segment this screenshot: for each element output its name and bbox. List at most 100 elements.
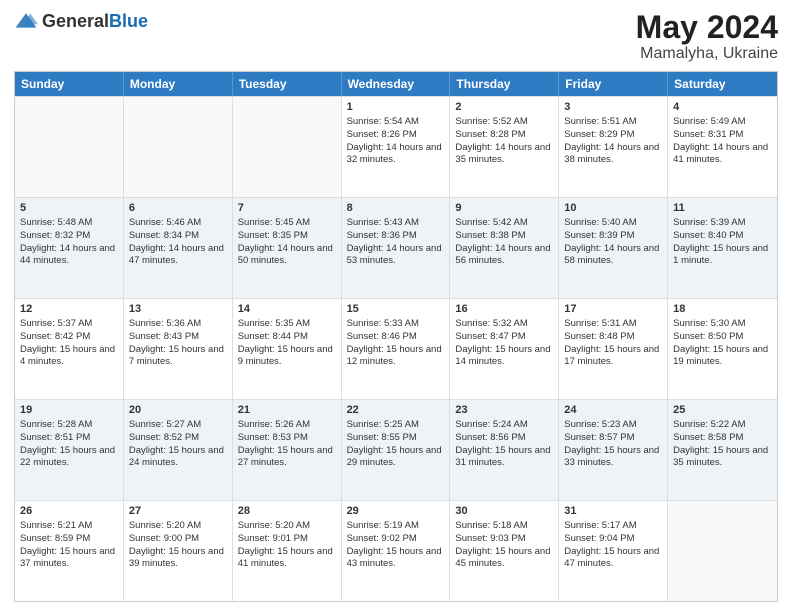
- cal-cell-8: 8Sunrise: 5:43 AM Sunset: 8:36 PM Daylig…: [342, 198, 451, 298]
- cal-header-monday: Monday: [124, 72, 233, 96]
- cal-cell-empty-4-6: [668, 501, 777, 601]
- cal-row-2: 5Sunrise: 5:48 AM Sunset: 8:32 PM Daylig…: [15, 197, 777, 298]
- day-info: Sunrise: 5:26 AM Sunset: 8:53 PM Dayligh…: [238, 419, 333, 468]
- day-number: 2: [455, 100, 553, 115]
- cal-cell-2: 2Sunrise: 5:52 AM Sunset: 8:28 PM Daylig…: [450, 97, 559, 197]
- cal-header-sunday: Sunday: [15, 72, 124, 96]
- day-info: Sunrise: 5:43 AM Sunset: 8:36 PM Dayligh…: [347, 217, 442, 266]
- day-number: 21: [238, 403, 336, 418]
- cal-cell-empty-0-1: [124, 97, 233, 197]
- day-number: 28: [238, 504, 336, 519]
- day-number: 15: [347, 302, 445, 317]
- day-info: Sunrise: 5:20 AM Sunset: 9:01 PM Dayligh…: [238, 520, 333, 569]
- cal-cell-28: 28Sunrise: 5:20 AM Sunset: 9:01 PM Dayli…: [233, 501, 342, 601]
- day-number: 24: [564, 403, 662, 418]
- cal-row-1: 1Sunrise: 5:54 AM Sunset: 8:26 PM Daylig…: [15, 96, 777, 197]
- cal-cell-24: 24Sunrise: 5:23 AM Sunset: 8:57 PM Dayli…: [559, 400, 668, 500]
- day-number: 30: [455, 504, 553, 519]
- cal-cell-7: 7Sunrise: 5:45 AM Sunset: 8:35 PM Daylig…: [233, 198, 342, 298]
- day-info: Sunrise: 5:21 AM Sunset: 8:59 PM Dayligh…: [20, 520, 115, 569]
- day-number: 6: [129, 201, 227, 216]
- day-info: Sunrise: 5:23 AM Sunset: 8:57 PM Dayligh…: [564, 419, 659, 468]
- day-info: Sunrise: 5:32 AM Sunset: 8:47 PM Dayligh…: [455, 318, 550, 367]
- cal-cell-14: 14Sunrise: 5:35 AM Sunset: 8:44 PM Dayli…: [233, 299, 342, 399]
- cal-cell-5: 5Sunrise: 5:48 AM Sunset: 8:32 PM Daylig…: [15, 198, 124, 298]
- day-number: 13: [129, 302, 227, 317]
- day-info: Sunrise: 5:37 AM Sunset: 8:42 PM Dayligh…: [20, 318, 115, 367]
- day-info: Sunrise: 5:22 AM Sunset: 8:58 PM Dayligh…: [673, 419, 768, 468]
- cal-cell-18: 18Sunrise: 5:30 AM Sunset: 8:50 PM Dayli…: [668, 299, 777, 399]
- cal-cell-26: 26Sunrise: 5:21 AM Sunset: 8:59 PM Dayli…: [15, 501, 124, 601]
- logo-blue: Blue: [109, 11, 148, 31]
- day-number: 12: [20, 302, 118, 317]
- day-number: 10: [564, 201, 662, 216]
- cal-cell-17: 17Sunrise: 5:31 AM Sunset: 8:48 PM Dayli…: [559, 299, 668, 399]
- day-info: Sunrise: 5:46 AM Sunset: 8:34 PM Dayligh…: [129, 217, 224, 266]
- cal-row-5: 26Sunrise: 5:21 AM Sunset: 8:59 PM Dayli…: [15, 500, 777, 601]
- cal-cell-3: 3Sunrise: 5:51 AM Sunset: 8:29 PM Daylig…: [559, 97, 668, 197]
- day-info: Sunrise: 5:24 AM Sunset: 8:56 PM Dayligh…: [455, 419, 550, 468]
- cal-cell-16: 16Sunrise: 5:32 AM Sunset: 8:47 PM Dayli…: [450, 299, 559, 399]
- day-info: Sunrise: 5:18 AM Sunset: 9:03 PM Dayligh…: [455, 520, 550, 569]
- day-number: 27: [129, 504, 227, 519]
- cal-cell-27: 27Sunrise: 5:20 AM Sunset: 9:00 PM Dayli…: [124, 501, 233, 601]
- cal-header-thursday: Thursday: [450, 72, 559, 96]
- cal-cell-20: 20Sunrise: 5:27 AM Sunset: 8:52 PM Dayli…: [124, 400, 233, 500]
- location: Mamalyha, Ukraine: [636, 45, 778, 63]
- day-info: Sunrise: 5:33 AM Sunset: 8:46 PM Dayligh…: [347, 318, 442, 367]
- cal-header-saturday: Saturday: [668, 72, 777, 96]
- day-number: 16: [455, 302, 553, 317]
- day-number: 8: [347, 201, 445, 216]
- cal-cell-12: 12Sunrise: 5:37 AM Sunset: 8:42 PM Dayli…: [15, 299, 124, 399]
- day-number: 17: [564, 302, 662, 317]
- cal-cell-31: 31Sunrise: 5:17 AM Sunset: 9:04 PM Dayli…: [559, 501, 668, 601]
- day-number: 4: [673, 100, 772, 115]
- day-info: Sunrise: 5:45 AM Sunset: 8:35 PM Dayligh…: [238, 217, 333, 266]
- day-info: Sunrise: 5:40 AM Sunset: 8:39 PM Dayligh…: [564, 217, 659, 266]
- calendar-header-row: SundayMondayTuesdayWednesdayThursdayFrid…: [15, 72, 777, 96]
- day-info: Sunrise: 5:48 AM Sunset: 8:32 PM Dayligh…: [20, 217, 115, 266]
- day-info: Sunrise: 5:20 AM Sunset: 9:00 PM Dayligh…: [129, 520, 224, 569]
- cal-cell-empty-0-2: [233, 97, 342, 197]
- day-info: Sunrise: 5:49 AM Sunset: 8:31 PM Dayligh…: [673, 116, 768, 165]
- cal-header-friday: Friday: [559, 72, 668, 96]
- day-info: Sunrise: 5:28 AM Sunset: 8:51 PM Dayligh…: [20, 419, 115, 468]
- logo: GeneralBlue: [14, 10, 148, 34]
- day-info: Sunrise: 5:52 AM Sunset: 8:28 PM Dayligh…: [455, 116, 550, 165]
- day-info: Sunrise: 5:19 AM Sunset: 9:02 PM Dayligh…: [347, 520, 442, 569]
- day-info: Sunrise: 5:35 AM Sunset: 8:44 PM Dayligh…: [238, 318, 333, 367]
- cal-cell-30: 30Sunrise: 5:18 AM Sunset: 9:03 PM Dayli…: [450, 501, 559, 601]
- day-info: Sunrise: 5:42 AM Sunset: 8:38 PM Dayligh…: [455, 217, 550, 266]
- month-year: May 2024: [636, 10, 778, 45]
- calendar: SundayMondayTuesdayWednesdayThursdayFrid…: [14, 71, 778, 602]
- title-block: May 2024 Mamalyha, Ukraine: [636, 10, 778, 63]
- cal-cell-22: 22Sunrise: 5:25 AM Sunset: 8:55 PM Dayli…: [342, 400, 451, 500]
- day-number: 5: [20, 201, 118, 216]
- calendar-body: 1Sunrise: 5:54 AM Sunset: 8:26 PM Daylig…: [15, 96, 777, 601]
- cal-cell-empty-0-0: [15, 97, 124, 197]
- cal-cell-23: 23Sunrise: 5:24 AM Sunset: 8:56 PM Dayli…: [450, 400, 559, 500]
- cal-header-tuesday: Tuesday: [233, 72, 342, 96]
- cal-cell-29: 29Sunrise: 5:19 AM Sunset: 9:02 PM Dayli…: [342, 501, 451, 601]
- cal-cell-15: 15Sunrise: 5:33 AM Sunset: 8:46 PM Dayli…: [342, 299, 451, 399]
- day-info: Sunrise: 5:51 AM Sunset: 8:29 PM Dayligh…: [564, 116, 659, 165]
- cal-cell-25: 25Sunrise: 5:22 AM Sunset: 8:58 PM Dayli…: [668, 400, 777, 500]
- day-number: 22: [347, 403, 445, 418]
- day-info: Sunrise: 5:54 AM Sunset: 8:26 PM Dayligh…: [347, 116, 442, 165]
- cal-cell-1: 1Sunrise: 5:54 AM Sunset: 8:26 PM Daylig…: [342, 97, 451, 197]
- day-number: 25: [673, 403, 772, 418]
- cal-row-4: 19Sunrise: 5:28 AM Sunset: 8:51 PM Dayli…: [15, 399, 777, 500]
- day-info: Sunrise: 5:17 AM Sunset: 9:04 PM Dayligh…: [564, 520, 659, 569]
- day-info: Sunrise: 5:36 AM Sunset: 8:43 PM Dayligh…: [129, 318, 224, 367]
- day-info: Sunrise: 5:30 AM Sunset: 8:50 PM Dayligh…: [673, 318, 768, 367]
- day-info: Sunrise: 5:39 AM Sunset: 8:40 PM Dayligh…: [673, 217, 768, 266]
- day-number: 3: [564, 100, 662, 115]
- day-number: 1: [347, 100, 445, 115]
- day-number: 23: [455, 403, 553, 418]
- cal-cell-4: 4Sunrise: 5:49 AM Sunset: 8:31 PM Daylig…: [668, 97, 777, 197]
- cal-row-3: 12Sunrise: 5:37 AM Sunset: 8:42 PM Dayli…: [15, 298, 777, 399]
- day-number: 19: [20, 403, 118, 418]
- cal-cell-21: 21Sunrise: 5:26 AM Sunset: 8:53 PM Dayli…: [233, 400, 342, 500]
- logo-icon: [14, 10, 38, 34]
- logo-text: GeneralBlue: [42, 12, 148, 32]
